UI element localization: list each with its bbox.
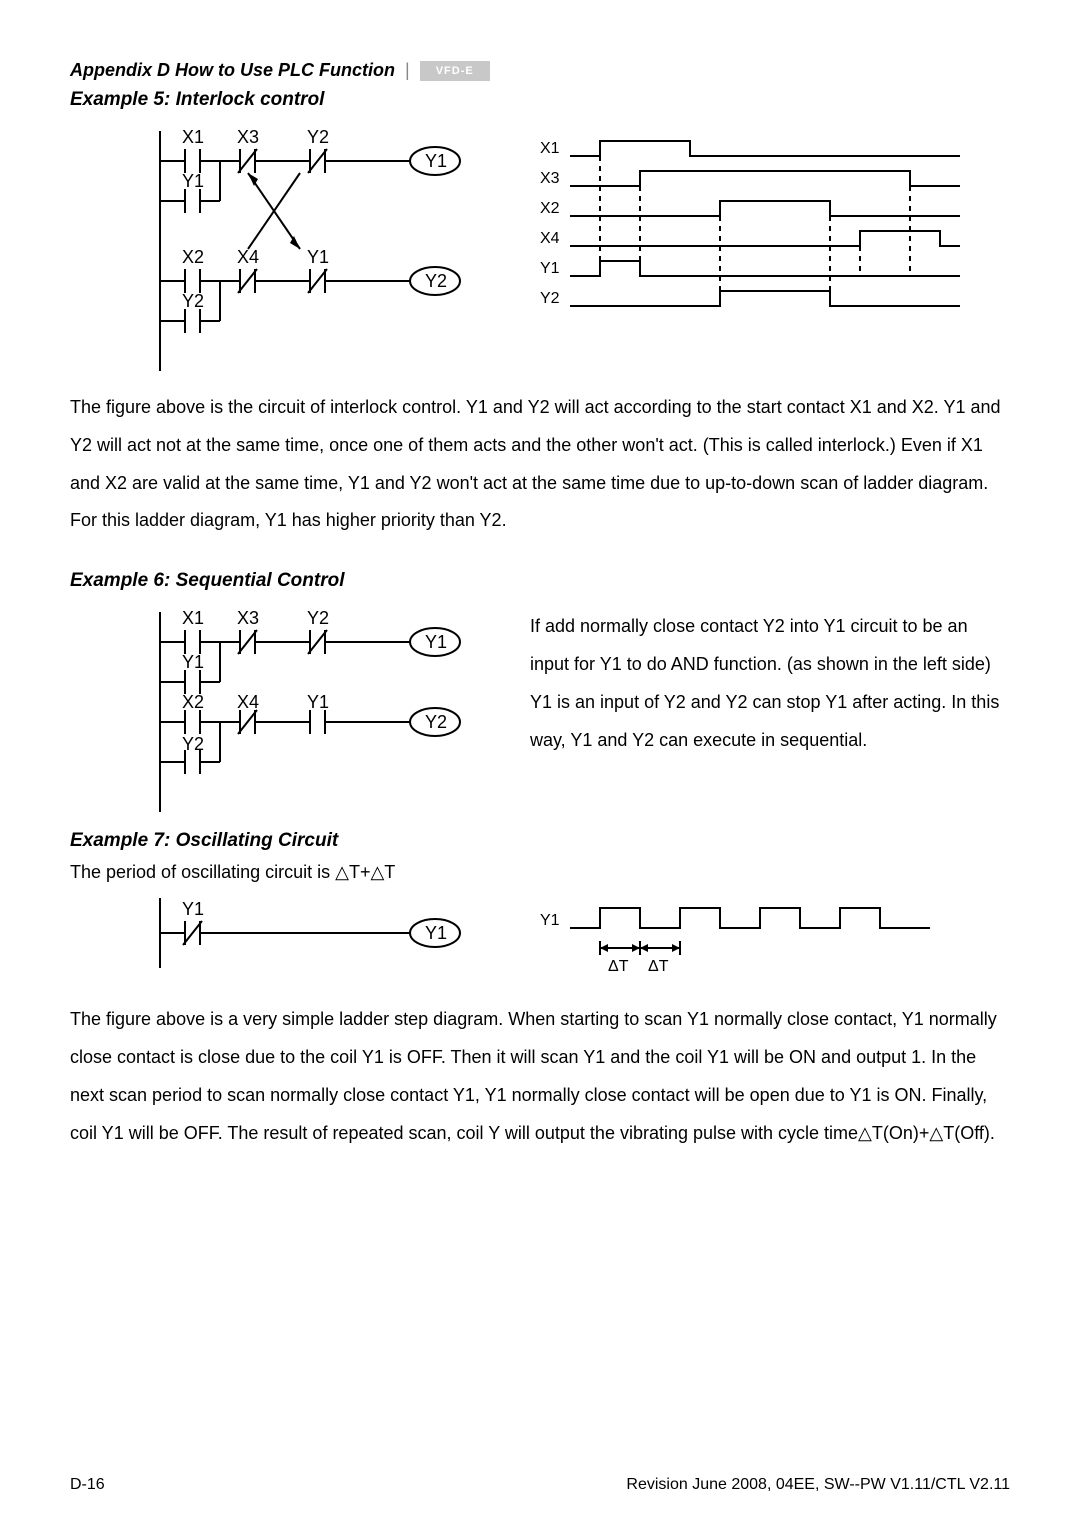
svg-text:Y2: Y2 [540, 290, 560, 307]
example5-title: Example 5: Interlock control [70, 89, 1010, 111]
svg-text:X1: X1 [540, 140, 560, 157]
vfd-logo: VFD-E [420, 61, 490, 81]
svg-text:Y2: Y2 [182, 291, 204, 311]
svg-text:Y1: Y1 [425, 923, 447, 943]
svg-text:Y2: Y2 [182, 734, 204, 754]
svg-text:X4: X4 [540, 230, 560, 247]
example7-description: The figure above is a very simple ladder… [70, 1001, 1010, 1152]
svg-text:Y2: Y2 [425, 271, 447, 291]
svg-text:Y1: Y1 [425, 151, 447, 171]
footer-revision: Revision June 2008, 04EE, SW--PW V1.11/C… [626, 1476, 1010, 1494]
svg-text:X2: X2 [540, 200, 560, 217]
svg-text:X4: X4 [237, 692, 259, 712]
example5-timing-diagram: X1 X3 X2 X4 Y1 Y2 [530, 121, 980, 341]
svg-text:Y1: Y1 [540, 912, 560, 929]
page-footer: D-16 Revision June 2008, 04EE, SW--PW V1… [70, 1476, 1010, 1494]
example7-ladder-diagram: Y1 Y1 [140, 893, 500, 973]
svg-text:Y1: Y1 [425, 632, 447, 652]
example6-title: Example 6: Sequential Control [70, 570, 1010, 592]
svg-text:Y1: Y1 [307, 692, 329, 712]
example6-description: If add normally close contact Y2 into Y1… [530, 608, 1010, 759]
example5-ladder-diagram: X1 X3 Y2 Y1 Y1 X2 X4 Y1 Y2 Y2 [140, 121, 500, 371]
footer-page-number: D-16 [70, 1476, 105, 1494]
svg-text:X3: X3 [237, 608, 259, 628]
svg-text:X3: X3 [237, 127, 259, 147]
svg-text:Y1: Y1 [182, 171, 204, 191]
svg-text:Y2: Y2 [425, 712, 447, 732]
svg-text:ΔT: ΔT [608, 958, 629, 975]
example7-title: Example 7: Oscillating Circuit [70, 830, 1010, 852]
svg-text:Y1: Y1 [540, 260, 560, 277]
svg-text:X4: X4 [237, 247, 259, 267]
appendix-title: Appendix D How to Use PLC Function [70, 60, 395, 81]
svg-text:X1: X1 [182, 608, 204, 628]
svg-text:Y1: Y1 [307, 247, 329, 267]
example7-intro: The period of oscillating circuit is △T+… [70, 862, 1010, 883]
svg-text:X2: X2 [182, 692, 204, 712]
example6-ladder-diagram: X1 X3 Y2 Y1 Y1 X2 X4 Y1 Y2 Y2 [140, 602, 500, 822]
svg-text:X1: X1 [182, 127, 204, 147]
svg-text:X2: X2 [182, 247, 204, 267]
svg-text:ΔT: ΔT [648, 958, 669, 975]
example7-timing-diagram: Y1 ΔT ΔT [530, 893, 950, 983]
svg-text:Y2: Y2 [307, 127, 329, 147]
svg-text:X3: X3 [540, 170, 560, 187]
svg-text:Y2: Y2 [307, 608, 329, 628]
svg-text:Y1: Y1 [182, 652, 204, 672]
svg-text:Y1: Y1 [182, 899, 204, 919]
page-header: Appendix D How to Use PLC Function | VFD… [70, 60, 1010, 81]
header-separator: | [405, 60, 410, 81]
example5-description: The figure above is the circuit of inter… [70, 389, 1010, 540]
